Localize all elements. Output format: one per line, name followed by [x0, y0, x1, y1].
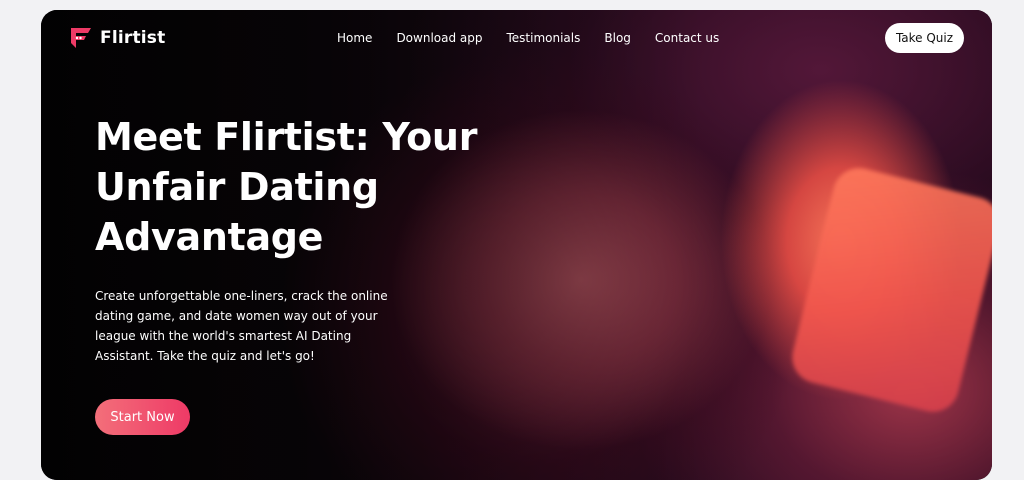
hero-section: Flirtist Home Download app Testimonials …: [41, 10, 992, 480]
nav-link-blog[interactable]: Blog: [604, 31, 631, 45]
nav-link-contact-us[interactable]: Contact us: [655, 31, 719, 45]
flirtist-logo-icon: [71, 28, 91, 48]
main-menu: Home Download app Testimonials Blog Cont…: [337, 31, 719, 45]
top-navigation: Flirtist Home Download app Testimonials …: [41, 10, 992, 68]
brand-logo[interactable]: Flirtist: [68, 26, 165, 50]
nav-link-home[interactable]: Home: [337, 31, 372, 45]
brand-name: Flirtist: [100, 28, 166, 48]
hero-description: Create unforgettable one-liners, crack t…: [95, 289, 388, 363]
hero-headline: Meet Flirtist: Your Unfair Dating Advant…: [95, 115, 478, 259]
start-now-button[interactable]: Start Now: [95, 399, 190, 435]
nav-link-download-app[interactable]: Download app: [396, 31, 482, 45]
nav-link-testimonials[interactable]: Testimonials: [507, 31, 581, 45]
take-quiz-button[interactable]: Take Quiz: [885, 23, 964, 53]
